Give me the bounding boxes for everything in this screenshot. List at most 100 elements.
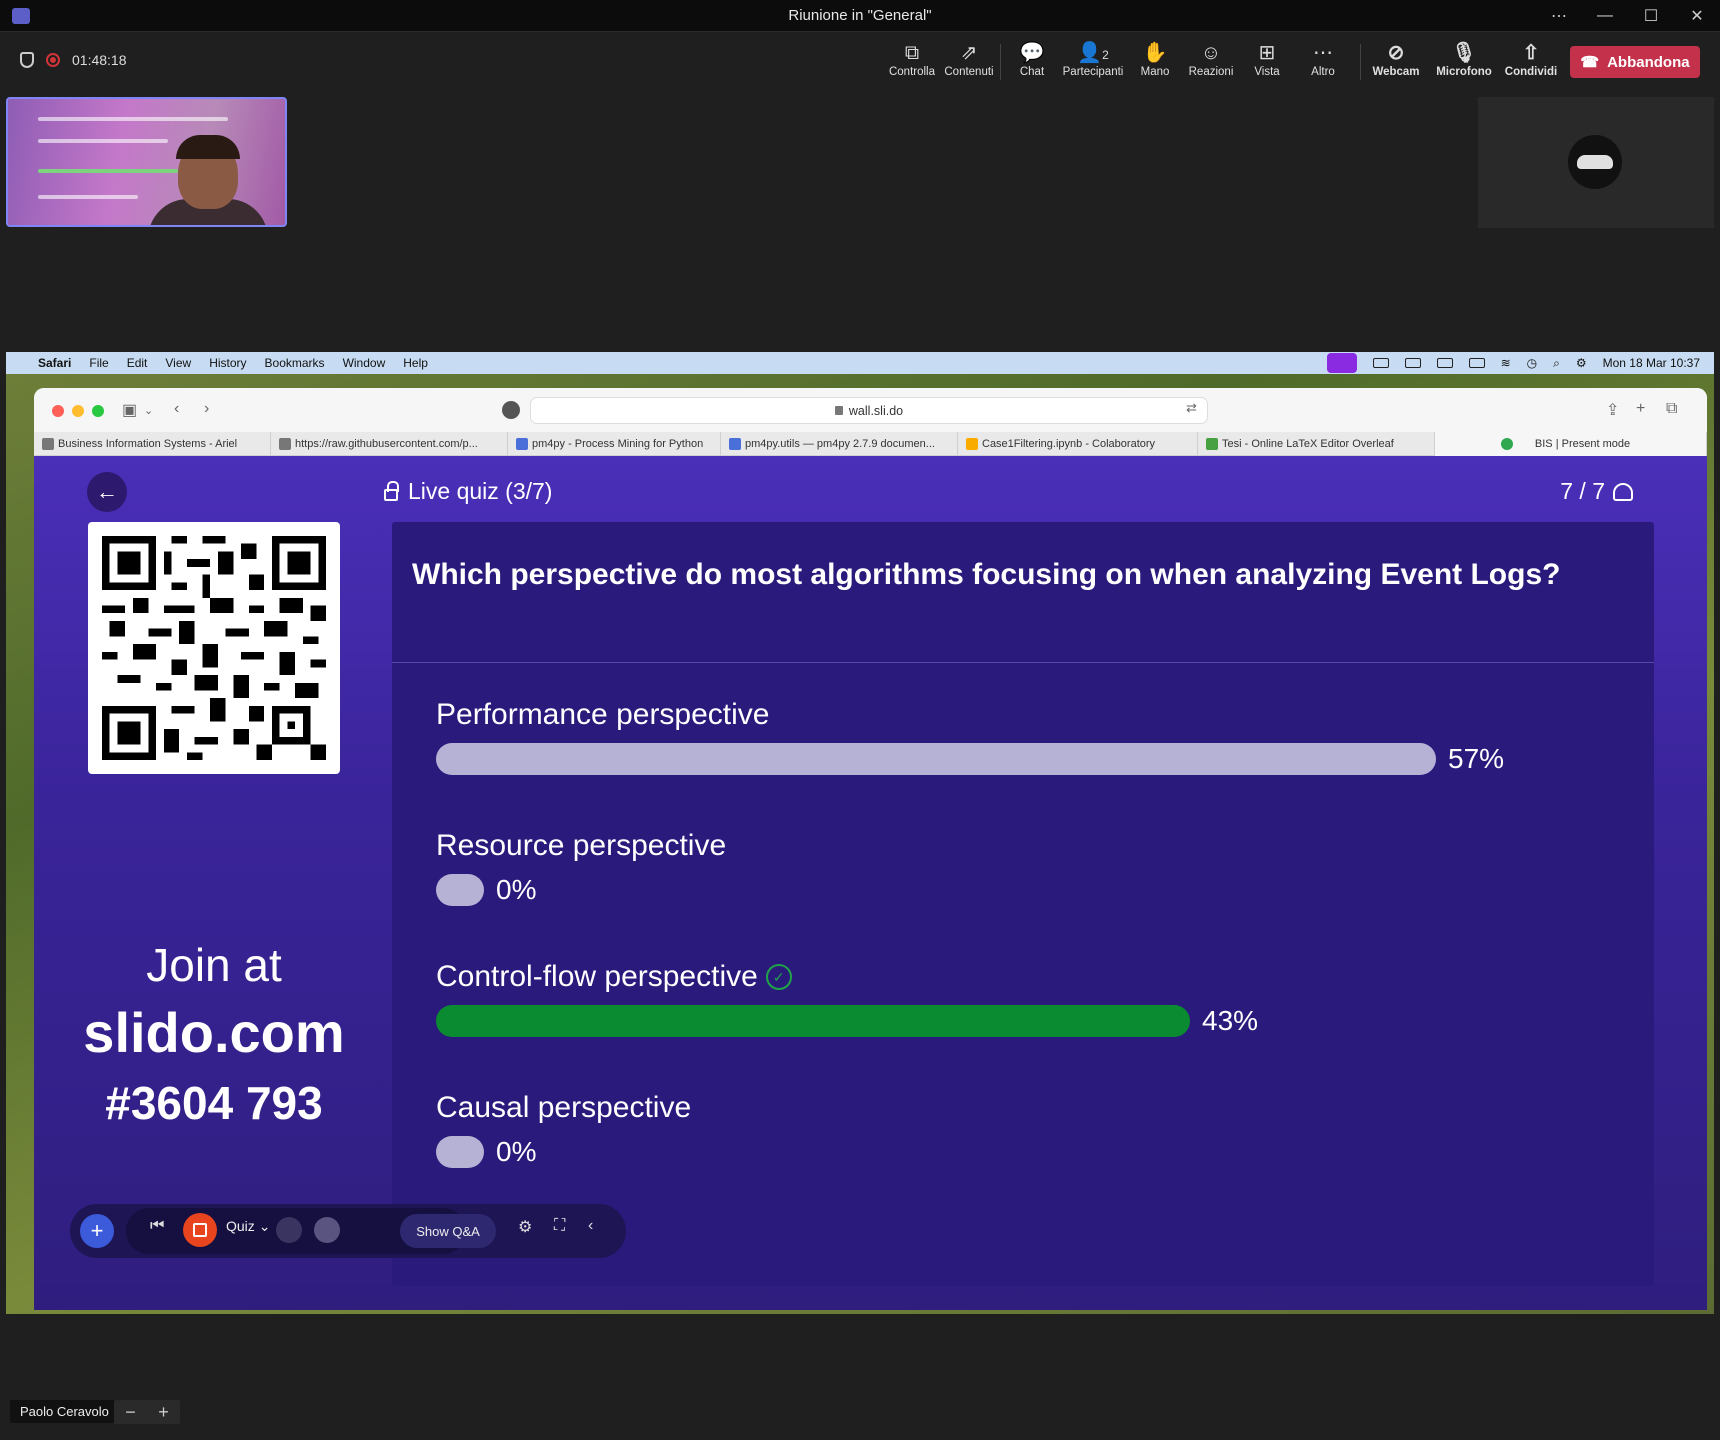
answer-option: Performance perspective 57% (436, 698, 1616, 776)
close-window-icon[interactable] (52, 405, 64, 417)
tab-slido-present[interactable]: BIS | Present mode (1435, 432, 1707, 456)
minimize-icon[interactable]: — (1582, 7, 1628, 25)
keyboard-icon[interactable] (1436, 358, 1453, 368)
more-button[interactable]: ⋯ Altro (1291, 40, 1355, 78)
meeting-toolbar: 01:48:18 ⧉ Controlla ⇗ Contenuti 💬 Chat 👤2 P… (0, 32, 1720, 94)
menu-help[interactable]: Help (403, 356, 428, 370)
menu-history[interactable]: History (209, 356, 246, 370)
presenter-name: Paolo Ceravolo (10, 1400, 119, 1423)
chevron-down-icon[interactable]: ⌄ (144, 404, 153, 417)
qr-code (88, 522, 340, 774)
control-button[interactable]: ⧉ Controlla (880, 40, 944, 78)
reactions-button[interactable]: ☺ Reazioni (1179, 40, 1243, 78)
favicon (966, 438, 978, 450)
control-center-icon[interactable]: ⚙ (1576, 356, 1587, 370)
tab-ariel[interactable]: Business Information Systems - Ariel (34, 432, 271, 456)
menubar-clock[interactable]: Mon 18 Mar 10:37 (1603, 356, 1700, 370)
raise-hand-button[interactable]: ✋ Mano (1123, 40, 1187, 78)
profile-icon[interactable] (502, 401, 520, 419)
menu-edit[interactable]: Edit (127, 356, 148, 370)
forward-icon[interactable]: › (204, 400, 209, 418)
zoom-controls: − + (114, 1400, 180, 1424)
quiz-title: Live quiz (3/7) (408, 478, 553, 504)
content-button[interactable]: ⇗ Contenuti (937, 40, 1001, 78)
favicon (516, 438, 528, 450)
chat-button[interactable]: 💬 Chat (1000, 40, 1064, 78)
stop-quiz-button[interactable] (183, 1213, 217, 1247)
quiz-header: Live quiz (3/7) (384, 478, 552, 505)
arrow-left-icon: ← (96, 479, 118, 504)
battery-icon[interactable] (1468, 358, 1485, 368)
participants-button[interactable]: 👤2 Partecipanti (1061, 40, 1125, 78)
close-icon[interactable]: ✕ (1674, 6, 1720, 26)
presenter-control-bar: + ⏮ Quiz ⌄ Show Q&A ⚙ ⛶ ‹ (70, 1204, 626, 1258)
slide-line (38, 117, 228, 121)
self-video-tile[interactable] (6, 97, 287, 227)
webcam-button[interactable]: ⊘ Webcam (1364, 40, 1428, 78)
back-icon[interactable]: ‹ (174, 400, 179, 418)
zoom-window-icon[interactable] (92, 405, 104, 417)
favicon (42, 438, 54, 450)
menu-file[interactable]: File (89, 356, 108, 370)
collapse-icon[interactable]: ‹ (588, 1217, 593, 1235)
time-machine-icon[interactable]: ◷ (1527, 356, 1537, 370)
person-hair (176, 135, 240, 159)
share-button[interactable]: ⇧ Condividi (1499, 40, 1563, 78)
screen-share-icon[interactable] (1326, 353, 1357, 373)
add-button[interactable]: + (80, 1214, 114, 1248)
menu-bookmarks[interactable]: Bookmarks (265, 356, 325, 370)
tab-github[interactable]: https://raw.githubusercontent.com/p... (271, 432, 508, 456)
address-bar[interactable]: wall.sli.do (530, 397, 1208, 424)
settings-icon[interactable]: ⚙ (518, 1217, 532, 1237)
answer-bar (436, 1005, 1190, 1037)
answer-label: Resource perspective (436, 829, 727, 862)
users-icon (1613, 482, 1633, 501)
wifi-icon[interactable]: ≋ (1501, 356, 1511, 370)
windows-icon[interactable] (1372, 358, 1389, 368)
tab-pm4py-utils[interactable]: pm4py.utils — pm4py 2.7.9 documen... (721, 432, 958, 456)
menu-window[interactable]: Window (343, 356, 386, 370)
slide-line (38, 169, 178, 173)
leave-button[interactable]: ☎ Abbandona (1570, 46, 1700, 78)
slide-line (38, 139, 168, 143)
remote-participant-tile[interactable] (1478, 97, 1714, 228)
safari-window: ▣ ⌄ ‹ › wall.sli.do ⇄ ⇪ + ⧉ Business Inf… (34, 388, 1707, 1310)
zoom-in-icon[interactable]: + (158, 1402, 169, 1423)
answer-bar (436, 1136, 484, 1168)
tab-overleaf[interactable]: Tesi - Online LaTeX Editor Overleaf (1198, 432, 1435, 456)
answer-label: Performance perspective (436, 698, 770, 731)
zoom-out-icon[interactable]: − (125, 1402, 136, 1423)
next-icon[interactable] (314, 1217, 340, 1243)
pen-icon[interactable] (1404, 358, 1421, 368)
maximize-icon[interactable]: ☐ (1628, 6, 1674, 26)
control-icon: ⧉ (904, 42, 920, 64)
answer-percent: 43% (1202, 1005, 1259, 1036)
recording-indicator: 01:48:18 (20, 52, 127, 68)
plus-icon: + (90, 1218, 104, 1243)
quiz-mode-dropdown[interactable]: Quiz ⌄ (226, 1218, 270, 1235)
microphone-button[interactable]: 🎙 Microfono (1432, 40, 1496, 78)
tab-colab[interactable]: Case1Filtering.ipynb - Colaboratory (958, 432, 1198, 456)
sidebar-icon[interactable]: ▣ (122, 400, 137, 420)
restart-icon[interactable]: ⏮ (150, 1217, 164, 1235)
more-options-icon[interactable]: ⋯ (1536, 6, 1582, 26)
menu-safari[interactable]: Safari (38, 356, 71, 370)
menu-view[interactable]: View (165, 356, 191, 370)
new-tab-icon[interactable]: + (1636, 400, 1645, 418)
minimize-window-icon[interactable] (72, 405, 84, 417)
leaderboard-icon[interactable] (276, 1217, 302, 1243)
back-button[interactable]: ← (87, 472, 127, 512)
tab-overview-icon[interactable]: ⧉ (1666, 400, 1677, 418)
tab-pm4py[interactable]: pm4py - Process Mining for Python (508, 432, 721, 456)
answer-percent: 0% (496, 1136, 537, 1167)
show-qa-button[interactable]: Show Q&A (400, 1214, 496, 1248)
favicon (729, 438, 741, 450)
correct-check-icon: ✓ (765, 964, 792, 990)
share-icon[interactable]: ⇪ (1606, 400, 1619, 420)
search-icon[interactable]: ⌕ (1553, 356, 1560, 371)
view-button[interactable]: ⊞ Vista (1235, 40, 1299, 78)
fullscreen-icon[interactable]: ⛶ (554, 1217, 565, 1235)
translate-icon[interactable]: ⇄ (1186, 400, 1197, 416)
answer-bar (436, 743, 1436, 775)
camera-off-icon: ⊘ (1387, 42, 1405, 64)
